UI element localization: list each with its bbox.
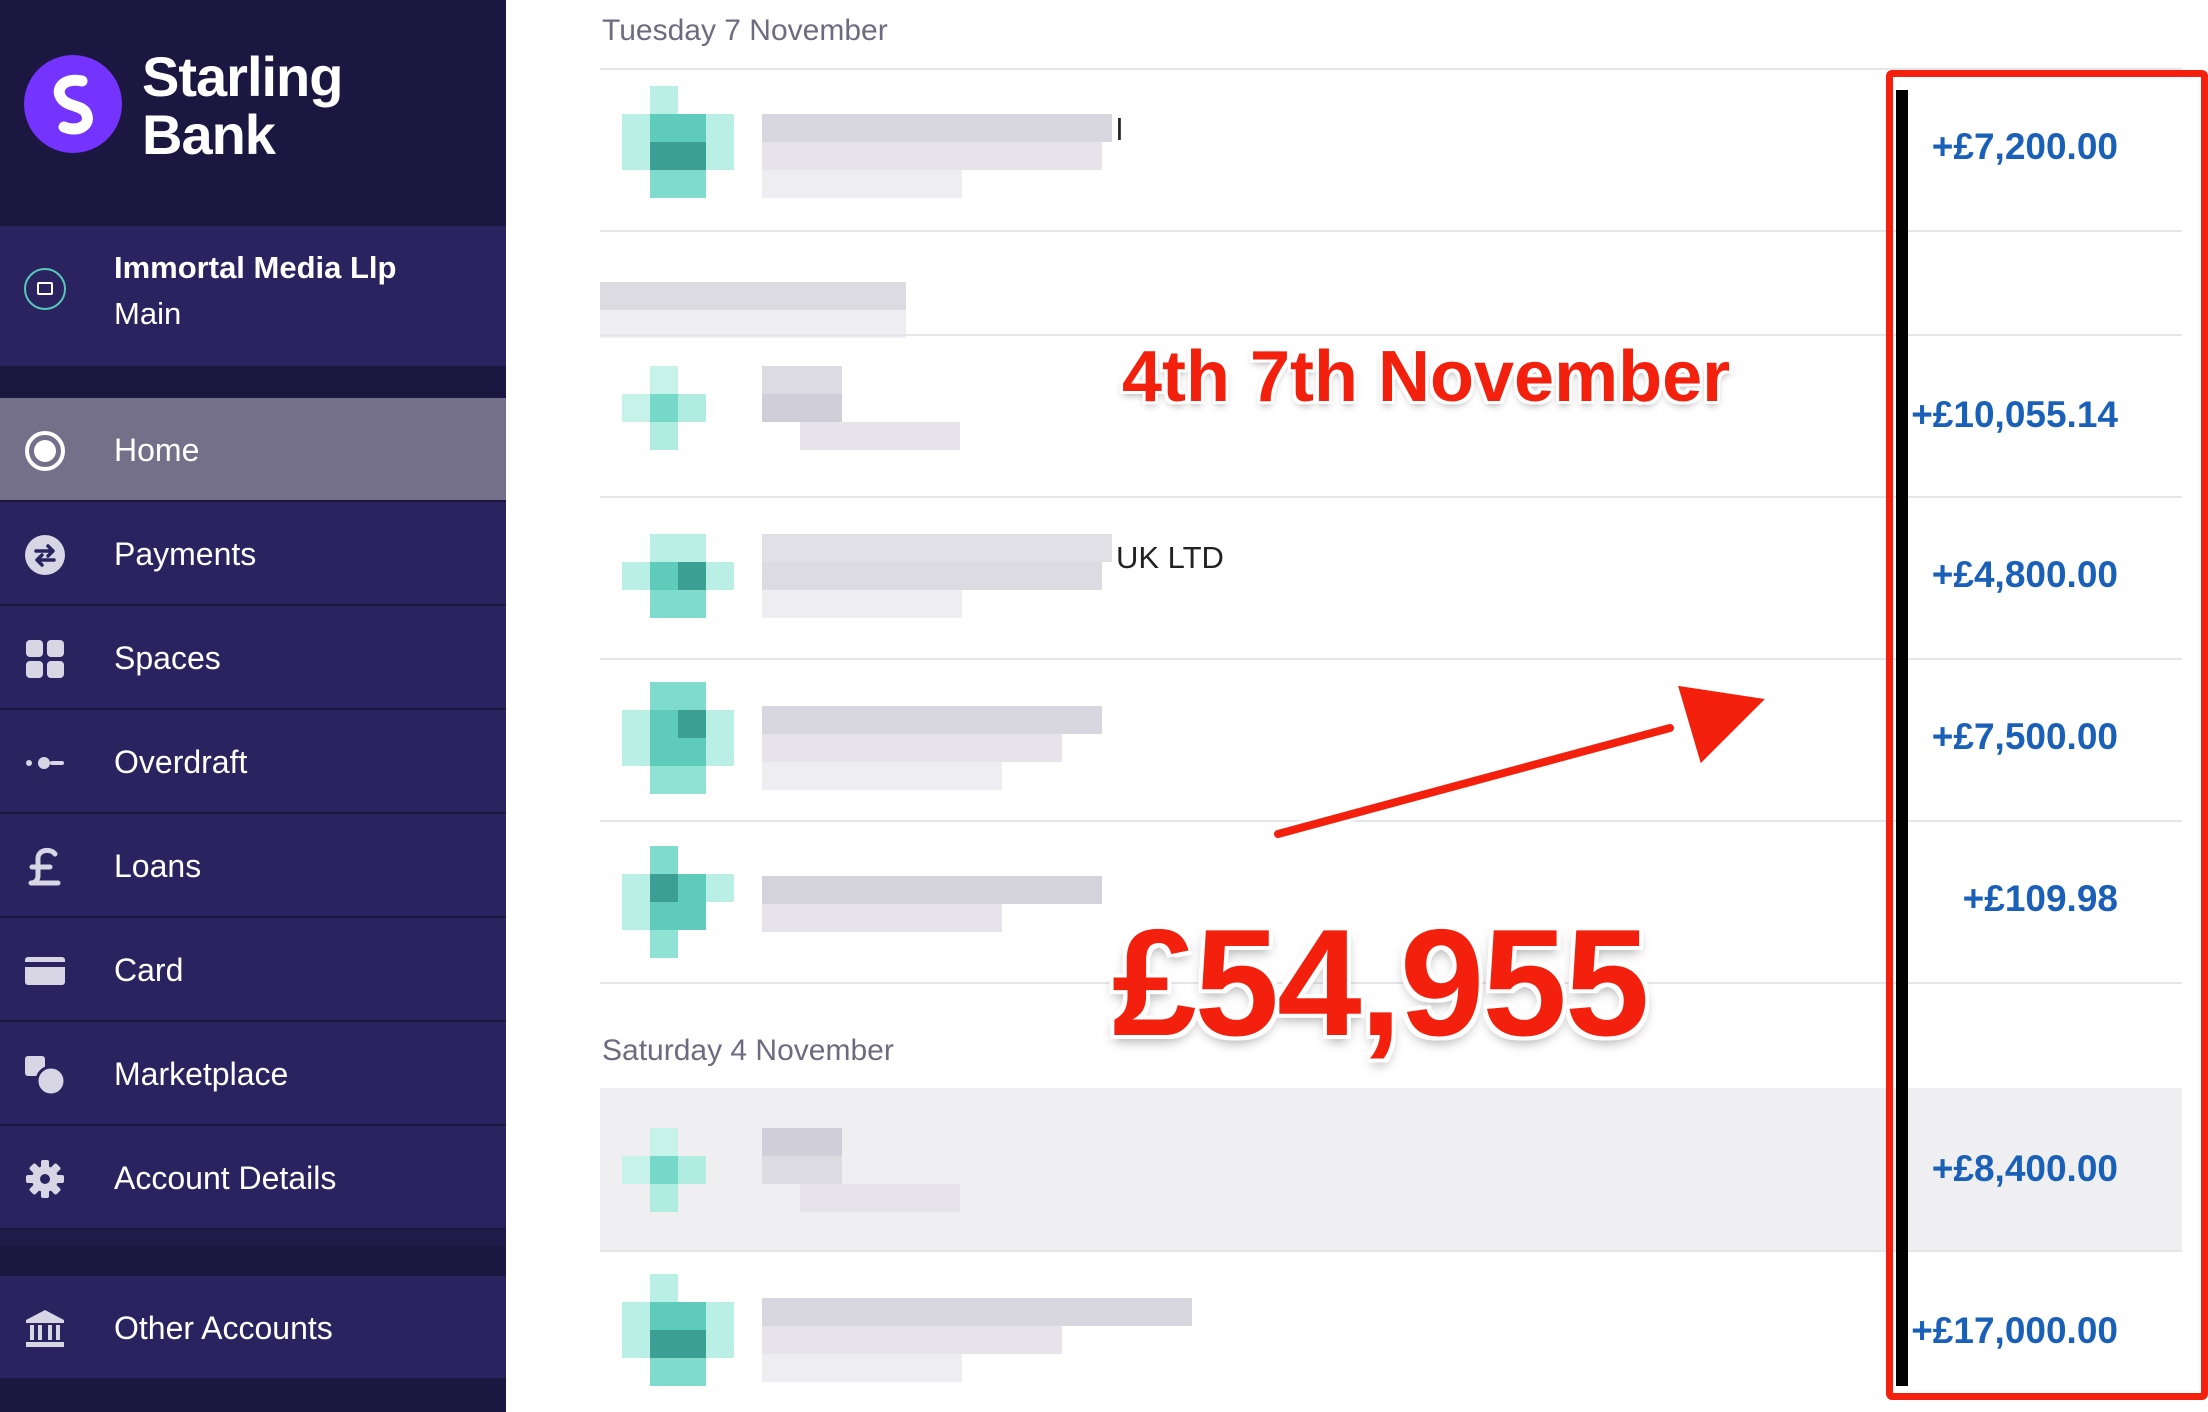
avatar	[622, 86, 734, 198]
redacted-name	[762, 1326, 1062, 1354]
marketplace-icon	[25, 1056, 66, 1096]
brand-header: Starling Bank	[0, 0, 506, 226]
redacted-name	[762, 114, 1112, 142]
nav-item-other-accounts[interactable]: Other Accounts	[0, 1276, 506, 1380]
avatar	[622, 1128, 734, 1240]
nav-label-marketplace: Marketplace	[114, 1056, 289, 1092]
home-icon	[25, 431, 65, 471]
brand-name-line2: Bank	[142, 103, 276, 166]
annotation-date-range: 4th 7th November	[1122, 337, 1731, 417]
redacted-name	[762, 142, 1102, 170]
account-name: Immortal Media Llp	[114, 250, 397, 285]
nav-item-home[interactable]: Home	[0, 398, 506, 502]
redacted-name	[762, 876, 1102, 904]
nav-label-card: Card	[114, 952, 184, 988]
nav-item-account-details[interactable]: Account Details	[0, 1126, 506, 1230]
redacted-name	[762, 1298, 1192, 1326]
avatar	[622, 534, 734, 646]
pound-icon	[28, 847, 61, 886]
redacted-name	[762, 534, 1112, 562]
transaction-name-fragment: l	[1116, 112, 1123, 147]
redacted-reference	[762, 904, 1002, 932]
avatar	[622, 1274, 734, 1386]
redacted-reference	[800, 1184, 960, 1212]
nav-divider	[0, 366, 506, 398]
date-header: Saturday 4 November	[602, 1034, 894, 1067]
payments-icon	[25, 535, 65, 575]
redacted-name	[762, 706, 1102, 734]
brand-name: Starling Bank	[142, 48, 442, 164]
date-header: Tuesday 7 November	[602, 14, 888, 47]
redacted-reference	[762, 1354, 962, 1382]
spaces-icon	[26, 640, 64, 678]
redacted-name	[762, 734, 1062, 762]
redacted-name	[762, 562, 1102, 590]
account-switcher[interactable]	[0, 226, 506, 366]
redacted-name	[762, 1128, 842, 1156]
redacted-reference	[762, 590, 962, 618]
nav-label-overdraft: Overdraft	[114, 744, 248, 780]
nav-label-loans: Loans	[114, 848, 202, 884]
business-bag-icon	[24, 268, 66, 310]
nav-item-spaces[interactable]: Spaces	[0, 606, 506, 710]
nav-divider	[0, 1246, 506, 1276]
avatar	[622, 682, 734, 794]
nav-label-payments: Payments	[114, 536, 257, 572]
redacted-name	[762, 394, 842, 422]
card-icon	[25, 957, 65, 985]
annotation-total: £54,955	[1112, 898, 1649, 1068]
nav-label-home: Home	[114, 432, 200, 468]
highlight-box	[1886, 70, 2208, 1400]
avatar	[622, 846, 734, 958]
sidebar-footer	[0, 1380, 506, 1412]
starling-logo-icon	[24, 55, 122, 153]
nav-item-marketplace[interactable]: Marketplace	[0, 1022, 506, 1126]
redacted-reference	[800, 422, 960, 450]
bank-icon	[26, 1310, 64, 1347]
redacted-name	[762, 366, 842, 394]
redacted-reference	[762, 762, 1002, 790]
nav-item-loans[interactable]: Loans	[0, 814, 506, 918]
redacted-reference	[762, 170, 962, 198]
redacted-name	[600, 282, 906, 310]
nav-item-overdraft[interactable]: Overdraft	[0, 710, 506, 814]
brand-name-line1: Starling	[142, 45, 343, 108]
account-subtitle: Main	[114, 296, 182, 331]
transaction-name-fragment: UK LTD	[1116, 540, 1224, 575]
nav-label-other-accounts: Other Accounts	[114, 1310, 333, 1346]
annotation-arrow-icon	[1271, 682, 1772, 841]
nav-item-card[interactable]: Card	[0, 918, 506, 1022]
nav-item-payments[interactable]: Payments	[0, 502, 506, 606]
nav-label-account-details: Account Details	[114, 1160, 337, 1196]
avatar	[622, 366, 734, 478]
overdraft-icon	[26, 757, 64, 769]
gear-icon	[26, 1160, 64, 1198]
nav-label-spaces: Spaces	[114, 640, 221, 676]
redacted-name	[762, 1156, 842, 1184]
